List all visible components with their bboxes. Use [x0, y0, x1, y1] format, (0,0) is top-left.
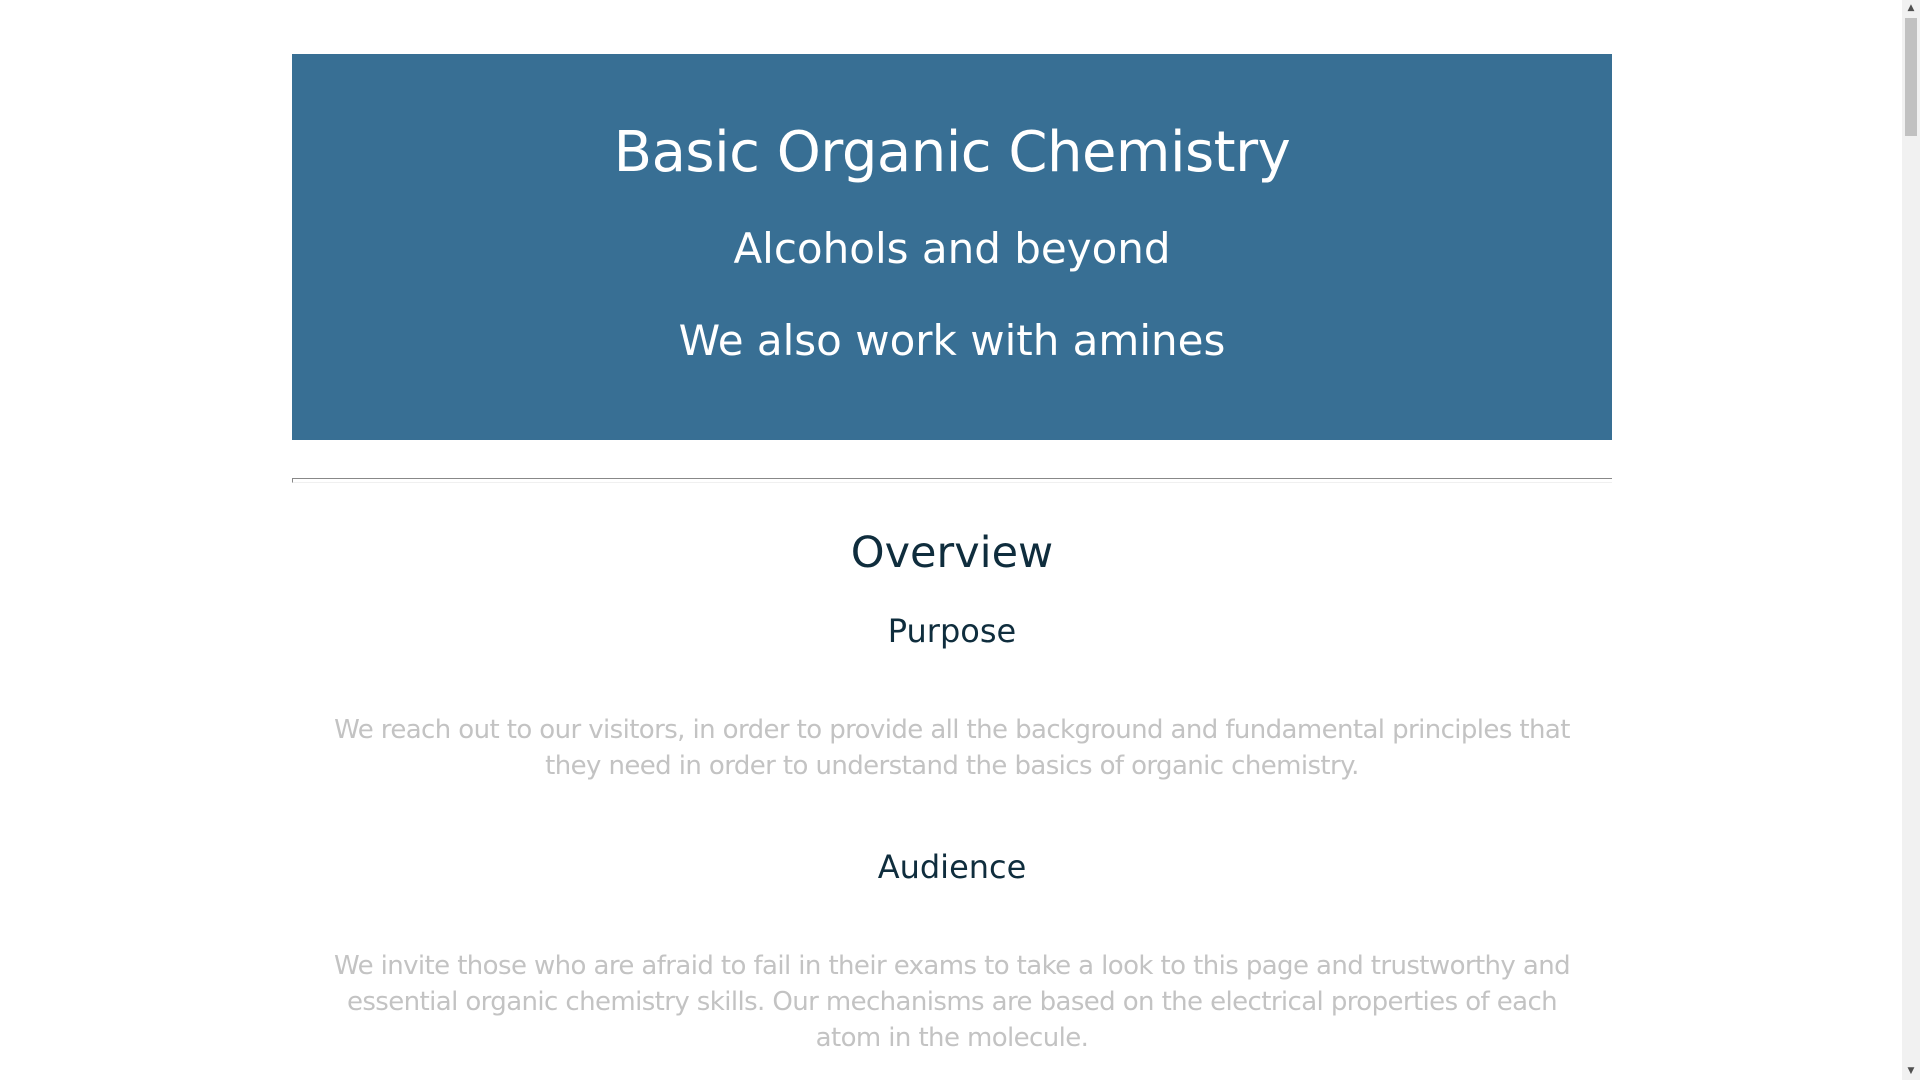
vertical-scrollbar[interactable]: ▲ ▼: [1902, 0, 1920, 1080]
overview-heading: Overview: [850, 528, 1054, 578]
main-content: Basic Organic Chemistry Alcohols and bey…: [292, 54, 1612, 1056]
section-divider: [292, 478, 1612, 483]
audience-text: We invite those who are afraid to fail i…: [334, 951, 1571, 1053]
scrollbar-thumb[interactable]: [1905, 18, 1917, 136]
overview-section: Overview Purpose We reach out to our vis…: [292, 525, 1612, 1056]
audience-heading: Audience: [877, 848, 1027, 886]
purpose-text: We reach out to our visitors, in order t…: [334, 715, 1570, 781]
page-subtitle: Alcohols and beyond: [733, 224, 1171, 273]
page-tagline: We also work with amines: [678, 316, 1226, 365]
page-title: Basic Organic Chemistry: [613, 120, 1291, 185]
purpose-heading: Purpose: [887, 612, 1017, 650]
page: Basic Organic Chemistry Alcohols and bey…: [0, 0, 1902, 1080]
hero-banner: Basic Organic Chemistry Alcohols and bey…: [292, 54, 1612, 440]
arrow-up-icon[interactable]: ▲: [1902, 0, 1920, 17]
arrow-down-icon[interactable]: ▼: [1902, 1063, 1920, 1080]
